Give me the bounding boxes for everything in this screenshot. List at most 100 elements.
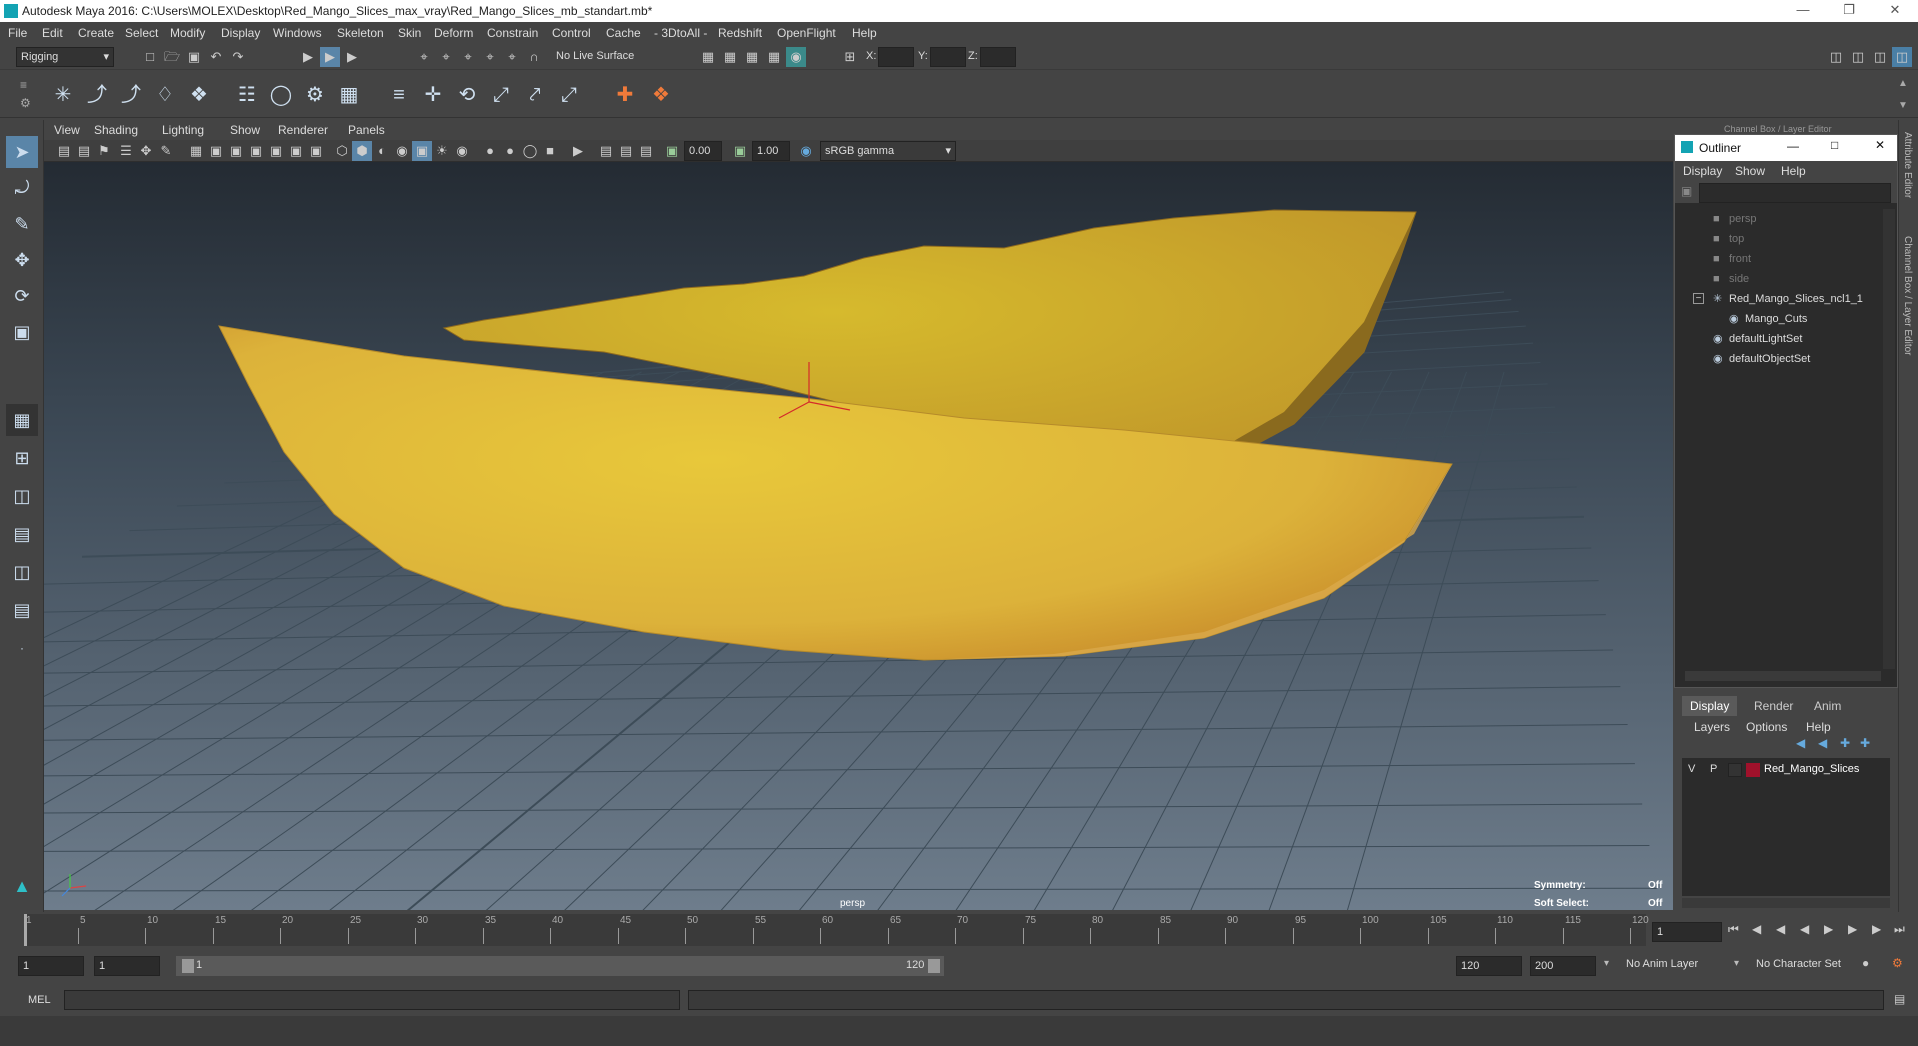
range-slider[interactable]: 1 120 — [176, 956, 944, 976]
outliner-search-input[interactable] — [1699, 183, 1891, 203]
bind-skin-icon[interactable]: ☷ — [232, 80, 262, 110]
isolate-select-icon[interactable]: ■ — [540, 141, 560, 161]
outliner-item[interactable]: ■ persp — [1675, 209, 1883, 229]
save-scene-icon[interactable]: ▣ — [184, 47, 204, 67]
point-constraint-icon[interactable]: ✛ — [418, 80, 448, 110]
motion-blur-icon[interactable]: ● — [480, 141, 500, 161]
menu-constrain[interactable]: Constrain — [487, 26, 538, 40]
menu-windows[interactable]: Windows — [273, 26, 322, 40]
shelf-settings-icon[interactable]: ⚙ — [20, 96, 31, 110]
outliner-item[interactable]: ■ side — [1675, 269, 1883, 289]
four-view-icon[interactable]: ⊞ — [6, 442, 38, 474]
play-back-icon[interactable]: ◀ — [1800, 922, 1809, 936]
mel-label[interactable]: MEL — [28, 994, 51, 1006]
smooth-shade-icon[interactable]: ⬢ — [352, 141, 372, 161]
persp-outliner-icon[interactable]: ◫ — [6, 556, 38, 588]
menu-openflight[interactable]: OpenFlight — [777, 26, 836, 40]
layer-tab-display[interactable]: Display — [1682, 696, 1738, 716]
playback-end-field[interactable]: 120 — [1456, 956, 1522, 976]
single-view-icon[interactable]: ▦ — [6, 404, 38, 436]
move-layer-up-icon[interactable]: ◀ — [1796, 736, 1805, 750]
current-time-marker[interactable] — [24, 914, 27, 946]
panel-menu-renderer[interactable]: Renderer — [278, 123, 328, 137]
panel-menu-shading[interactable]: Shading — [94, 123, 138, 137]
lasso-tool-icon[interactable]: ⤾ — [6, 172, 38, 204]
xray-icon[interactable]: ▶ — [568, 141, 588, 161]
side-tab-attribute-editor[interactable]: Attribute Editor — [1902, 132, 1913, 198]
outliner-minimize-icon[interactable]: — — [1787, 139, 1799, 153]
x-field[interactable] — [878, 47, 914, 67]
xray-joints-icon[interactable]: ▤ — [596, 141, 616, 161]
outliner-scrollbar[interactable] — [1883, 209, 1895, 669]
locator-icon[interactable]: ✚ — [610, 80, 640, 110]
menu-create[interactable]: Create — [78, 26, 114, 40]
animation-prefs-icon[interactable]: ⚙ — [1892, 956, 1903, 970]
menu-set-dropdown[interactable]: Rigging ▾ — [16, 47, 114, 67]
menu-redshift[interactable]: Redshift — [718, 26, 762, 40]
outliner-menu-show[interactable]: Show — [1735, 164, 1765, 178]
two-view-side-icon[interactable]: ◫ — [6, 480, 38, 512]
outliner-close-icon[interactable]: ✕ — [1875, 138, 1885, 152]
move-tool-icon[interactable]: ✥ — [6, 244, 38, 276]
select-component-icon[interactable]: ▶ — [342, 47, 362, 67]
pole-vector-icon[interactable]: ⤢ — [554, 80, 584, 110]
gamma-field[interactable]: 1.00 — [752, 141, 790, 161]
scale-constraint-icon[interactable]: ⤢ — [486, 80, 516, 110]
snap-curve-icon[interactable]: ⌖ — [436, 47, 456, 67]
maya-home-icon[interactable]: ▲ — [6, 870, 38, 902]
hypershade-icon[interactable]: ◉ — [786, 47, 806, 67]
outliner-item[interactable]: ■ front — [1675, 249, 1883, 269]
chevron-down-icon[interactable]: ▾ — [1734, 958, 1739, 969]
outliner-item[interactable]: ◉ defaultLightSet — [1675, 329, 1883, 349]
safe-title-icon[interactable]: ▣ — [306, 141, 326, 161]
character-set-dropdown[interactable]: No Character Set — [1756, 958, 1841, 970]
grid-toggle-icon[interactable]: ▦ — [186, 141, 206, 161]
outliner-item[interactable]: ■ top — [1675, 229, 1883, 249]
step-back-frame-icon[interactable]: ◀ — [1776, 922, 1785, 936]
panel-menu-panels[interactable]: Panels — [348, 123, 385, 137]
step-forward-frame-icon[interactable]: ▶ — [1848, 922, 1857, 936]
depth-of-field-icon[interactable]: ◯ — [520, 141, 540, 161]
film-gate-icon[interactable]: ▣ — [206, 141, 226, 161]
camera-attributes-icon[interactable]: ▤ — [74, 141, 94, 161]
orient-constraint-icon[interactable]: ⟲ — [452, 80, 482, 110]
outliner-h-scrollbar[interactable] — [1685, 671, 1881, 681]
magnet-icon[interactable]: ∩ — [524, 47, 544, 67]
attribute-editor-icon[interactable]: ◫ — [1848, 47, 1868, 67]
layer-color-swatch[interactable] — [1746, 763, 1760, 777]
live-surface-label[interactable]: No Live Surface — [556, 50, 634, 62]
playback-start-field[interactable]: 1 — [94, 956, 160, 976]
cluster-icon[interactable]: ▦ — [334, 80, 364, 110]
shelf-menu-icon[interactable]: ≡ — [20, 78, 27, 92]
panel-menu-view[interactable]: View — [54, 123, 80, 137]
layer-menu-layers[interactable]: Layers — [1694, 720, 1730, 734]
outliner-item[interactable]: ◉ defaultObjectSet — [1675, 349, 1883, 369]
panel-menu-lighting[interactable]: Lighting — [162, 123, 204, 137]
step-forward-key-icon[interactable]: ▶ — [1872, 922, 1881, 936]
go-to-end-icon[interactable]: ⏭ — [1894, 922, 1905, 937]
lattice-icon[interactable]: ⚙ — [300, 80, 330, 110]
ik-handle-icon[interactable]: ⤴ — [82, 80, 112, 110]
rotate-tool-icon[interactable]: ⟳ — [6, 280, 38, 312]
current-frame-field[interactable]: 1 — [1652, 922, 1722, 942]
chevron-down-icon[interactable]: ▾ — [1604, 958, 1609, 969]
exposure-field[interactable]: 0.00 — [684, 141, 722, 161]
snap-point-icon[interactable]: ⌖ — [458, 47, 478, 67]
outliner-menu-display[interactable]: Display — [1683, 164, 1722, 178]
aim-constraint-icon[interactable]: ⤤ — [520, 80, 550, 110]
collapse-icon[interactable]: − — [1693, 293, 1704, 304]
image-plane-icon[interactable]: ☰ — [116, 141, 136, 161]
mirror-joint-icon[interactable]: ❖ — [184, 80, 214, 110]
ik-fk-switch-icon[interactable]: ❖ — [646, 80, 676, 110]
safe-action-icon[interactable]: ▣ — [286, 141, 306, 161]
y-field[interactable] — [930, 47, 966, 67]
persp-graph-icon[interactable]: ▤ — [6, 518, 38, 550]
screen-space-ao-icon[interactable]: ◉ — [452, 141, 472, 161]
time-ruler[interactable]: 1 5 10 15 20 25 30 35 40 45 50 55 60 65 70 75 80 85 90 95 10… — [24, 914, 1649, 946]
render-settings-icon[interactable]: ▦ — [764, 47, 784, 67]
insert-joint-icon[interactable]: ♢ — [150, 80, 180, 110]
z-field[interactable] — [980, 47, 1016, 67]
bookmark-icon[interactable]: ⚑ — [94, 141, 114, 161]
step-back-key-icon[interactable]: ◀ — [1752, 922, 1761, 936]
minimize-icon[interactable]: — — [1788, 2, 1818, 20]
